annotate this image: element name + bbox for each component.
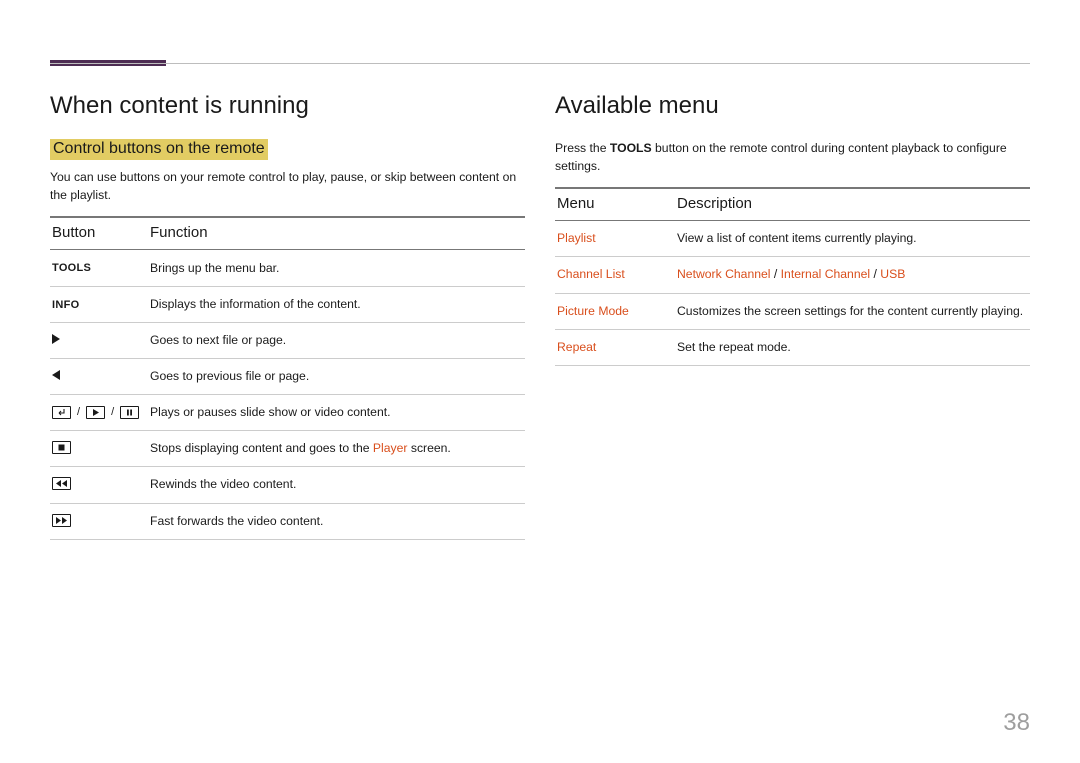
table-row: Rewinds the video content. [50,467,525,503]
tools-bold: TOOLS [610,141,652,155]
right-intro-text: Press the TOOLS button on the remote con… [555,139,1030,176]
enter-icon [52,406,71,419]
rewind-icon [52,477,71,490]
menu-item-channel-list: Channel List [557,267,625,281]
left-subheading-highlight: Control buttons on the remote [50,139,268,160]
pause-icon [120,406,139,419]
network-channel-link: Network Channel [677,267,770,281]
table-row: Fast forwards the video content. [50,503,525,539]
table-row: INFO Displays the information of the con… [50,286,525,322]
table-header-button: Button [50,217,150,250]
description-text: Customizes the screen settings for the c… [677,293,1030,329]
next-icon [52,334,60,344]
button-label-tools: TOOLS [52,262,91,274]
table-row: Stops displaying content and goes to the… [50,431,525,467]
function-text: Brings up the menu bar. [150,250,525,286]
table-row: / / Plays or pauses slide show or vide [50,395,525,431]
player-link: Player [373,441,408,455]
table-row: Playlist View a list of content items cu… [555,221,1030,257]
left-intro-text: You can use buttons on your remote contr… [50,168,525,205]
menu-item-repeat: Repeat [557,340,596,354]
previous-icon [52,370,60,380]
left-column: When content is running Control buttons … [50,92,525,540]
function-text: Plays or pauses slide show or video cont… [150,395,525,431]
left-heading: When content is running [50,92,525,121]
play-icon [86,406,105,419]
page-number: 38 [1003,709,1030,737]
usb-link: USB [880,267,905,281]
function-text: Displays the information of the content. [150,286,525,322]
menu-item-picture-mode: Picture Mode [557,304,629,318]
stop-icon [52,441,71,454]
description-text: Set the repeat mode. [677,329,1030,365]
menu-item-playlist: Playlist [557,231,596,245]
button-function-table: Button Function TOOLS Brings up the menu… [50,216,525,539]
table-row: TOOLS Brings up the menu bar. [50,250,525,286]
table-row: Channel List Network Channel / Internal … [555,257,1030,293]
function-text: Goes to next file or page. [150,323,525,359]
function-text: Stops displaying content and goes to the… [150,431,525,467]
separator-slash: / [110,405,115,420]
header-rule [50,63,1030,64]
table-header-menu: Menu [555,188,677,221]
right-column: Available menu Press the TOOLS button on… [555,92,1030,540]
table-row: Repeat Set the repeat mode. [555,329,1030,365]
internal-channel-link: Internal Channel [781,267,870,281]
table-header-function: Function [150,217,525,250]
menu-description-table: Menu Description Playlist View a list of… [555,187,1030,365]
fast-forward-icon [52,514,71,527]
function-text: Fast forwards the video content. [150,503,525,539]
description-text: View a list of content items currently p… [677,221,1030,257]
table-row: Goes to previous file or page. [50,359,525,395]
table-row: Goes to next file or page. [50,323,525,359]
description-text: Network Channel / Internal Channel / USB [677,257,1030,293]
function-text: Rewinds the video content. [150,467,525,503]
right-heading: Available menu [555,92,1030,121]
separator-slash: / [76,405,81,420]
table-header-description: Description [677,188,1030,221]
function-text: Goes to previous file or page. [150,359,525,395]
button-label-info: INFO [52,299,79,311]
table-row: Picture Mode Customizes the screen setti… [555,293,1030,329]
